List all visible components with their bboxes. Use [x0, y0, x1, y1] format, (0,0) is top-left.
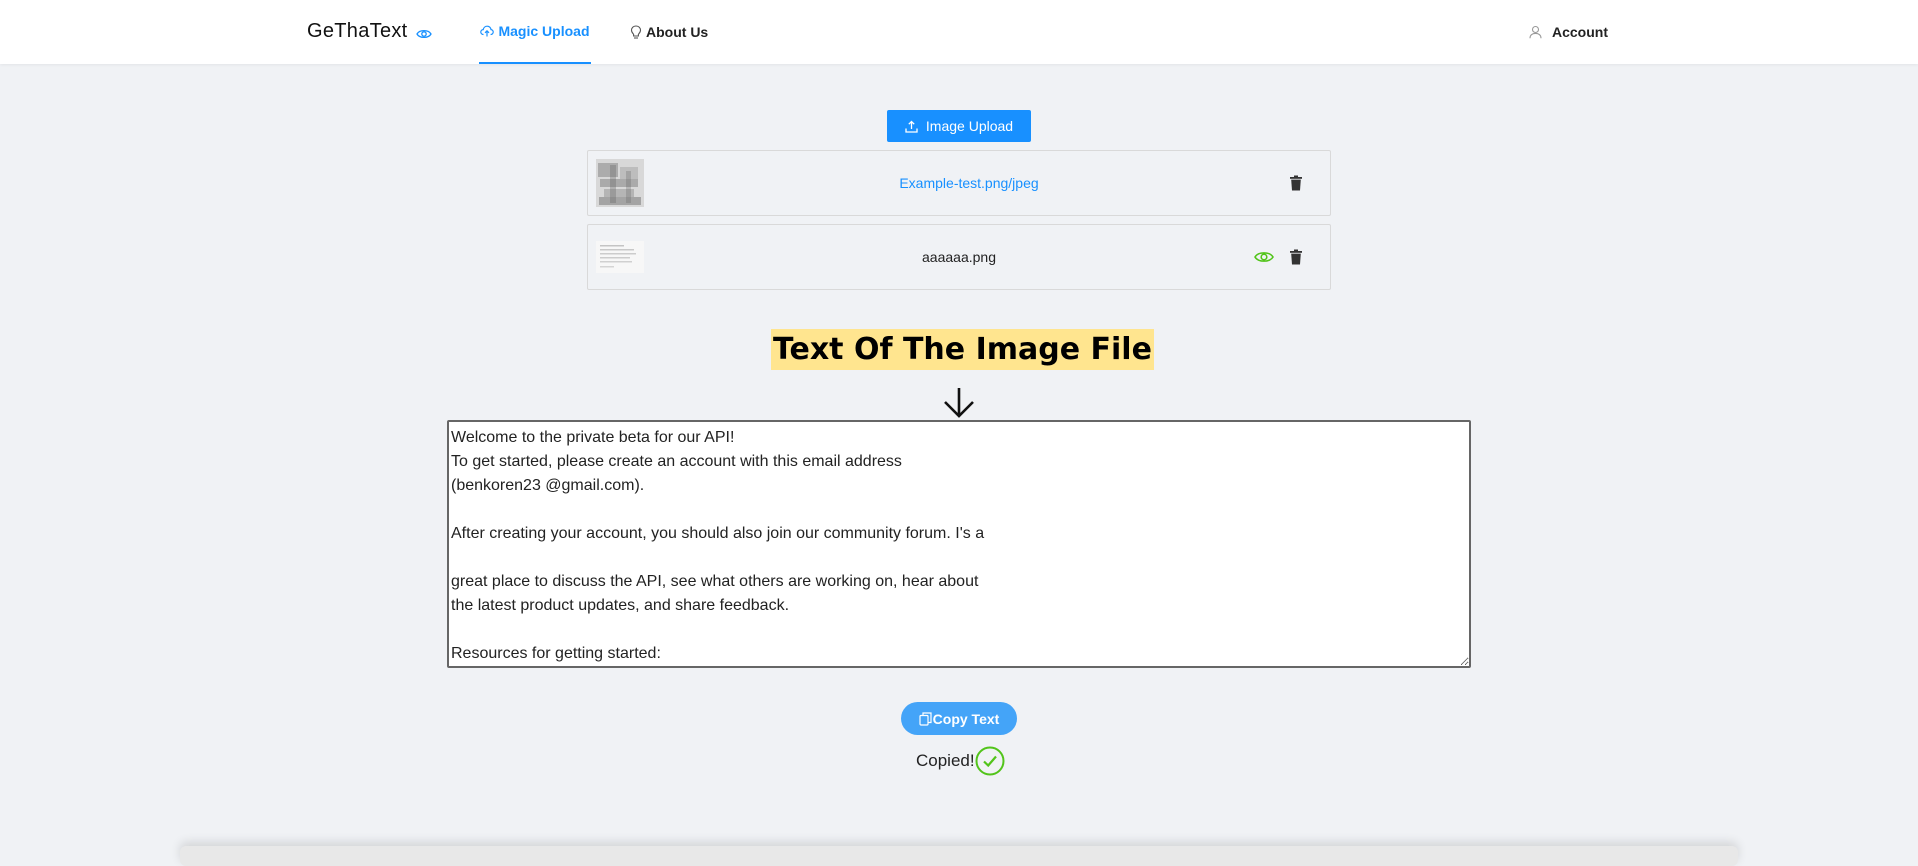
- upload-icon: [905, 120, 918, 133]
- arrow-down-icon: [942, 387, 976, 424]
- nav-about-us-label: About Us: [646, 24, 709, 40]
- app-logo[interactable]: GeThaText: [307, 20, 432, 43]
- file-list-item: aaaaaa.png: [587, 224, 1331, 290]
- account-label: Account: [1552, 24, 1608, 40]
- delete-icon[interactable]: [1286, 173, 1306, 193]
- copy-text-button[interactable]: Copy Text: [901, 702, 1017, 735]
- top-navbar: GeThaText Magic Upload About Us Account: [0, 0, 1918, 64]
- account-menu[interactable]: Account: [1529, 0, 1608, 64]
- preview-eye-icon[interactable]: [1254, 247, 1274, 267]
- result-heading: Text Of The Image File: [771, 329, 1154, 370]
- nav-magic-upload[interactable]: Magic Upload: [479, 0, 591, 64]
- user-icon: [1529, 25, 1542, 39]
- extracted-text-area[interactable]: Welcome to the private beta for our API!…: [447, 420, 1471, 668]
- file-list-item: Example-test.png/jpeg: [587, 150, 1331, 216]
- image-upload-label: Image Upload: [925, 118, 1014, 134]
- copied-status: Copied!: [916, 745, 1005, 777]
- logo-text: GeThaText: [307, 20, 408, 42]
- nav-about-us[interactable]: About Us: [630, 0, 708, 64]
- copy-icon: [919, 711, 932, 726]
- copied-label: Copied!: [916, 751, 975, 770]
- copy-text-label: Copy Text: [932, 710, 1000, 727]
- file-name: aaaaaa.png: [922, 249, 996, 265]
- file-name[interactable]: Example-test.png/jpeg: [588, 151, 1330, 215]
- delete-icon[interactable]: [1286, 247, 1306, 267]
- check-circle-icon: [975, 746, 1005, 776]
- nav-magic-upload-label: Magic Upload: [498, 23, 590, 39]
- image-upload-button[interactable]: Image Upload: [887, 110, 1031, 142]
- eye-icon: [415, 28, 432, 40]
- cloud-upload-icon: [480, 25, 495, 37]
- footer-panel-edge: [180, 846, 1738, 866]
- bulb-icon: [630, 24, 642, 40]
